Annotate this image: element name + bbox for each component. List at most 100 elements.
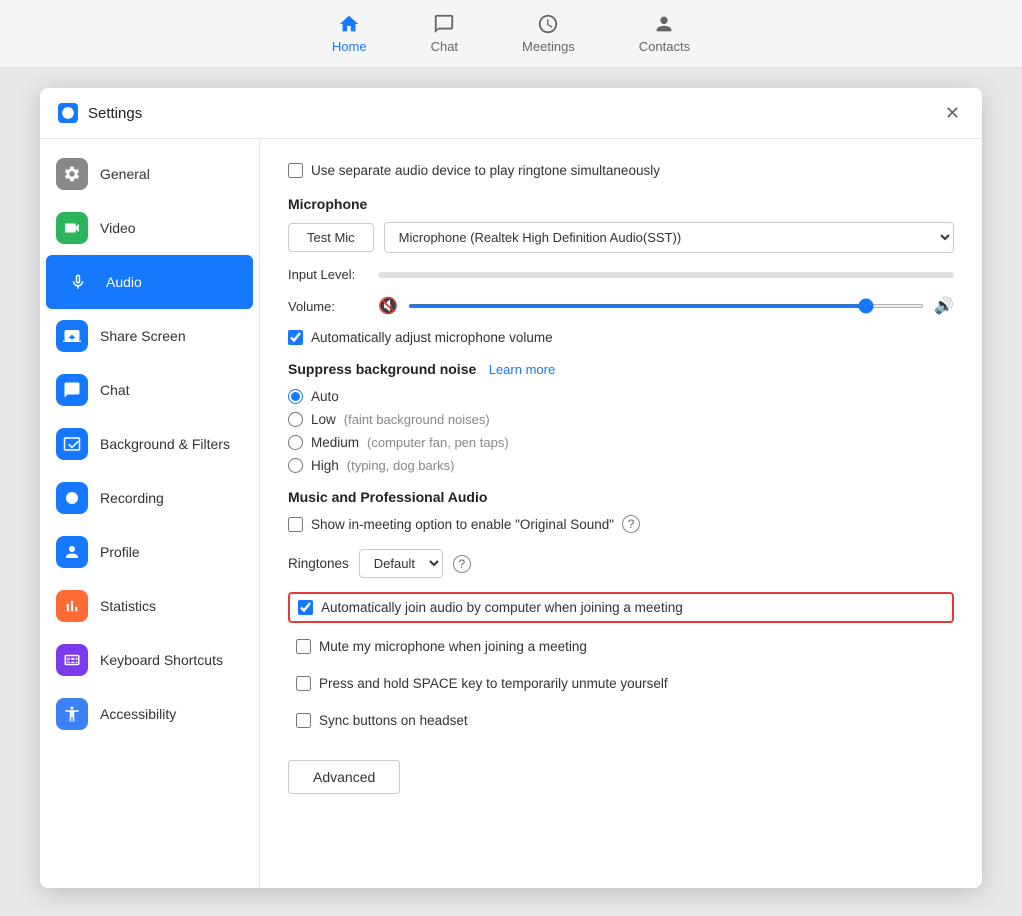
nav-meetings-label: Meetings: [522, 39, 575, 54]
settings-body: General Video Audio: [40, 139, 982, 888]
press-hold-row: Press and hold SPACE key to temporarily …: [288, 670, 954, 697]
sidebar-item-keyboard[interactable]: Keyboard Shortcuts: [40, 633, 259, 687]
original-sound-checkbox[interactable]: [288, 517, 303, 532]
volume-low-icon: 🔇: [378, 296, 398, 316]
sidebar-item-audio[interactable]: Audio: [46, 255, 253, 309]
sidebar-item-video[interactable]: Video: [40, 201, 259, 255]
sidebar-profile-label: Profile: [100, 544, 140, 560]
sidebar-audio-label: Audio: [106, 274, 142, 290]
separate-audio-row: Use separate audio device to play ringto…: [288, 163, 954, 178]
chat-icon: [56, 374, 88, 406]
music-section-label: Music and Professional Audio: [288, 489, 954, 505]
sidebar-bg-label: Background & Filters: [100, 436, 230, 452]
ringtones-row: Ringtones Default ?: [288, 549, 954, 578]
sync-buttons-row: Sync buttons on headset: [288, 707, 954, 734]
noise-medium-label: Medium: [311, 435, 359, 450]
sidebar-video-label: Video: [100, 220, 136, 236]
sidebar-item-recording[interactable]: Recording: [40, 471, 259, 525]
original-sound-row: Show in-meeting option to enable "Origin…: [288, 515, 954, 533]
settings-window: Settings ✕ General Video: [40, 88, 982, 888]
ringtones-select[interactable]: Default: [359, 549, 443, 578]
statistics-icon: [56, 590, 88, 622]
sidebar-recording-label: Recording: [100, 490, 164, 506]
auto-adjust-checkbox[interactable]: [288, 330, 303, 345]
nav-chat-label: Chat: [431, 39, 458, 54]
sidebar-item-statistics[interactable]: Statistics: [40, 579, 259, 633]
general-icon: [56, 158, 88, 190]
test-mic-button[interactable]: Test Mic: [288, 223, 374, 252]
auto-adjust-label: Automatically adjust microphone volume: [311, 330, 553, 345]
original-sound-help-icon[interactable]: ?: [622, 515, 640, 533]
sidebar-item-share-screen[interactable]: Share Screen: [40, 309, 259, 363]
noise-low-label: Low: [311, 412, 336, 427]
auto-join-label: Automatically join audio by computer whe…: [321, 600, 683, 615]
sidebar: General Video Audio: [40, 139, 260, 888]
input-level-row: Input Level:: [288, 267, 954, 282]
nav-home-label: Home: [332, 39, 367, 54]
ringtones-help-icon[interactable]: ?: [453, 555, 471, 573]
noise-auto-row: Auto: [288, 389, 954, 404]
close-button[interactable]: ✕: [941, 100, 964, 126]
noise-high-label: High: [311, 458, 339, 473]
sidebar-item-accessibility[interactable]: Accessibility: [40, 687, 259, 741]
settings-titlebar: Settings ✕: [40, 88, 982, 139]
sidebar-item-background[interactable]: Background & Filters: [40, 417, 259, 471]
nav-contacts-label: Contacts: [639, 39, 690, 54]
noise-auto-radio[interactable]: [288, 389, 303, 404]
share-screen-icon: [56, 320, 88, 352]
background-icon: [56, 428, 88, 460]
auto-adjust-row: Automatically adjust microphone volume: [288, 330, 954, 345]
noise-low-desc: (faint background noises): [344, 412, 490, 427]
separate-audio-checkbox[interactable]: [288, 163, 303, 178]
volume-high-icon: 🔊: [934, 296, 954, 316]
noise-high-row: High (typing, dog barks): [288, 458, 954, 473]
sidebar-stats-label: Statistics: [100, 598, 156, 614]
auto-join-checkbox[interactable]: [298, 600, 313, 615]
sync-buttons-checkbox[interactable]: [296, 713, 311, 728]
nav-contacts[interactable]: Contacts: [627, 7, 702, 60]
sidebar-accessibility-label: Accessibility: [100, 706, 176, 722]
auto-join-row: Automatically join audio by computer whe…: [288, 592, 954, 623]
mute-mic-checkbox[interactable]: [296, 639, 311, 654]
ringtones-label: Ringtones: [288, 556, 349, 571]
input-level-bar: [378, 272, 954, 278]
sidebar-keyboard-label: Keyboard Shortcuts: [100, 652, 223, 668]
suppress-noise-header: Suppress background noise Learn more: [288, 361, 954, 379]
sidebar-item-profile[interactable]: Profile: [40, 525, 259, 579]
suppress-noise-label: Suppress background noise: [288, 361, 476, 377]
noise-medium-row: Medium (computer fan, pen taps): [288, 435, 954, 450]
noise-medium-desc: (computer fan, pen taps): [367, 435, 509, 450]
nav-home[interactable]: Home: [320, 7, 379, 60]
press-hold-checkbox[interactable]: [296, 676, 311, 691]
sidebar-item-general[interactable]: General: [40, 147, 259, 201]
input-level-label: Input Level:: [288, 267, 368, 282]
mute-mic-label: Mute my microphone when joining a meetin…: [319, 639, 587, 654]
noise-low-radio[interactable]: [288, 412, 303, 427]
sync-buttons-label: Sync buttons on headset: [319, 713, 468, 728]
noise-high-radio[interactable]: [288, 458, 303, 473]
advanced-button[interactable]: Advanced: [288, 760, 400, 794]
sidebar-share-label: Share Screen: [100, 328, 186, 344]
main-area: Settings ✕ General Video: [0, 68, 1022, 908]
original-sound-label: Show in-meeting option to enable "Origin…: [311, 517, 614, 532]
sidebar-item-chat[interactable]: Chat: [40, 363, 259, 417]
noise-medium-radio[interactable]: [288, 435, 303, 450]
microphone-section-label: Microphone: [288, 196, 954, 212]
mute-mic-row: Mute my microphone when joining a meetin…: [288, 633, 954, 660]
press-hold-label: Press and hold SPACE key to temporarily …: [319, 676, 668, 691]
keyboard-icon: [56, 644, 88, 676]
noise-low-row: Low (faint background noises): [288, 412, 954, 427]
microphone-row: Test Mic Microphone (Realtek High Defini…: [288, 222, 954, 253]
profile-icon: [56, 536, 88, 568]
sidebar-general-label: General: [100, 166, 150, 182]
volume-slider[interactable]: [408, 304, 924, 308]
microphone-select[interactable]: Microphone (Realtek High Definition Audi…: [384, 222, 954, 253]
learn-more-link[interactable]: Learn more: [489, 362, 555, 377]
nav-chat[interactable]: Chat: [419, 7, 470, 60]
video-icon: [56, 212, 88, 244]
nav-meetings[interactable]: Meetings: [510, 7, 587, 60]
top-nav: Home Chat Meetings Contacts: [0, 0, 1022, 68]
settings-title: Settings: [88, 105, 941, 122]
noise-high-desc: (typing, dog barks): [347, 458, 455, 473]
content-area: Use separate audio device to play ringto…: [260, 139, 982, 888]
